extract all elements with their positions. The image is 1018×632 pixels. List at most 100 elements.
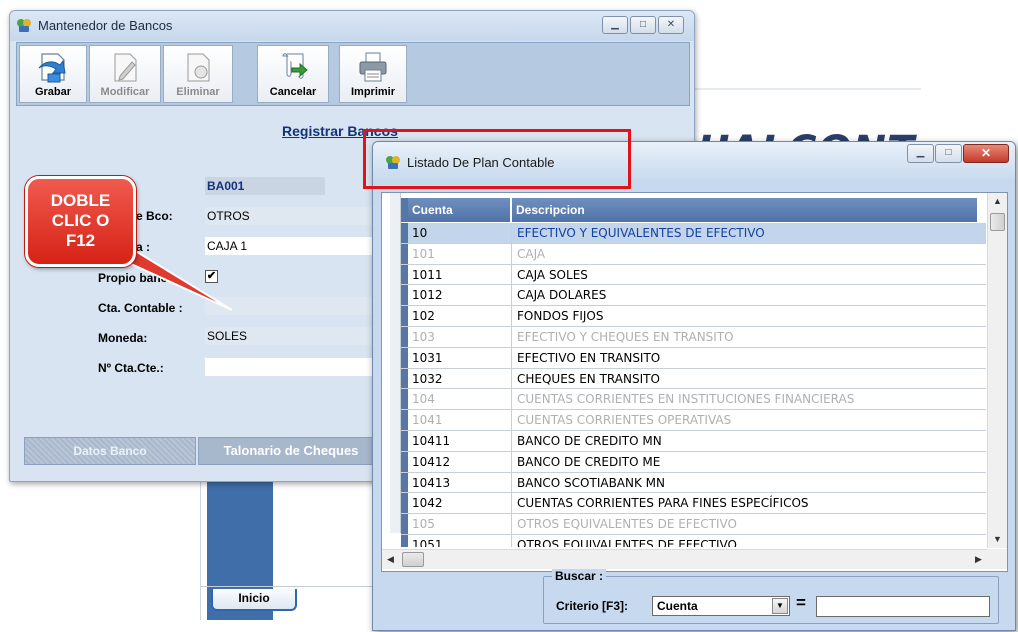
table-row[interactable]: 1042 CUENTAS CORRIENTES PARA FINES ESPECÍ…: [401, 493, 986, 515]
plan-contable-grid[interactable]: Cuenta Descripcion 10 EFECTIVO Y EQUIVALE…: [381, 192, 1008, 572]
caja-field[interactable]: CAJA 1: [205, 237, 385, 255]
row-indicator: [401, 368, 408, 389]
instruction-callout: DOBLE CLIC O F12: [25, 176, 136, 267]
desktop: UALCONT Inicio Mantenedor de Bancos ▁ □ …: [0, 0, 1018, 632]
printer-icon: [359, 52, 387, 82]
descripcion-cell: CHEQUES EN TRANSITO: [517, 371, 660, 386]
row-indicator: [401, 514, 408, 534]
window-titlebar[interactable]: Mantenedor de Bancos ▁ □ ✕: [10, 11, 694, 41]
descripcion-cell: EFECTIVO EN TRANSITO: [517, 350, 661, 365]
cuenta-cell: 1032: [408, 368, 512, 389]
scroll-down-icon[interactable]: ▼: [988, 531, 1007, 548]
maximize-button[interactable]: □: [630, 16, 656, 34]
column-header-cuenta[interactable]: Cuenta: [408, 198, 511, 222]
delete-icon: [187, 53, 210, 82]
row-indicator: [401, 326, 408, 347]
scroll-right-icon[interactable]: ▶: [970, 550, 987, 569]
table-row[interactable]: 10413 BANCO SCOTIABANK MN: [401, 472, 986, 494]
cuenta-cell: 1012: [408, 285, 512, 306]
chevron-down-icon[interactable]: ▼: [772, 598, 788, 614]
propio-banco-label: Propio banco: [98, 271, 175, 285]
table-row[interactable]: 1041 CUENTAS CORRIENTES OPERATIVAS: [401, 410, 986, 431]
horizontal-scrollbar[interactable]: ◀ ▶: [382, 549, 987, 569]
close-icon: ✕: [980, 146, 992, 160]
table-row[interactable]: 1012 CAJA DOLARES: [401, 285, 986, 307]
codigo-field[interactable]: BA001: [205, 177, 325, 195]
criterio-value: Cuenta: [657, 599, 698, 613]
moneda-label: Moneda:: [98, 331, 148, 345]
plan-contable-window: Listado De Plan Contable ▁ □ ✕ Cuenta De…: [372, 141, 1016, 631]
table-row[interactable]: 1051 OTROS EQUIVALENTES DE EFECTIVO: [401, 534, 986, 547]
minimize-button[interactable]: ▁: [907, 144, 934, 163]
row-indicator: [401, 534, 408, 547]
cancel-icon: [282, 53, 308, 79]
column-header-descripcion[interactable]: Descripcion: [512, 198, 977, 222]
tab-talonario-cheques[interactable]: Talonario de Cheques: [198, 437, 384, 465]
row-indicator: [401, 347, 408, 368]
modificar-button[interactable]: Modificar: [89, 45, 161, 103]
cancelar-label: Cancelar: [269, 86, 317, 98]
eliminar-button[interactable]: Eliminar: [163, 45, 233, 103]
row-indicator: [401, 451, 408, 472]
cta-cte-field[interactable]: [205, 358, 385, 376]
grabar-button[interactable]: Grabar: [19, 45, 87, 103]
descripcion-cell: CAJA SOLES: [517, 267, 588, 282]
table-row[interactable]: 1011 CAJA SOLES: [401, 264, 986, 286]
row-indicator: [401, 430, 408, 451]
window-title: Mantenedor de Bancos: [38, 18, 173, 33]
propio-banco-checkbox[interactable]: ✔: [205, 270, 218, 283]
table-row[interactable]: 104 CUENTAS CORRIENTES EN INSTITUCIONES F…: [401, 389, 986, 411]
edit-icon: [114, 53, 137, 82]
nombre-field[interactable]: OTROS: [205, 207, 385, 225]
row-indicator: [401, 410, 408, 430]
header-indicator: [401, 198, 408, 222]
cuenta-cell: 10413: [408, 472, 512, 493]
maximize-button[interactable]: □: [935, 144, 962, 163]
horizontal-scroll-thumb[interactable]: [402, 552, 424, 567]
maximize-icon: □: [639, 19, 647, 30]
search-legend: Buscar :: [552, 569, 607, 583]
table-row[interactable]: 1031 EFECTIVO EN TRANSITO: [401, 347, 986, 369]
descripcion-cell: CUENTAS CORRIENTES PARA FINES ESPECÍFICO…: [517, 496, 809, 511]
scroll-up-icon[interactable]: ▲: [988, 193, 1007, 210]
table-row[interactable]: 10411 BANCO DE CREDITO MN: [401, 430, 986, 452]
tab-datos-banco[interactable]: Datos Banco: [24, 437, 196, 465]
cta-contable-field[interactable]: [205, 297, 385, 315]
vertical-scrollbar[interactable]: ▲ ▼: [987, 193, 1007, 548]
criterio-select[interactable]: Cuenta ▼: [652, 596, 790, 616]
table-row[interactable]: 10 EFECTIVO Y EQUIVALENTES DE EFECTIVO: [401, 223, 986, 244]
table-row[interactable]: 10412 BANCO DE CREDITO ME: [401, 451, 986, 473]
scroll-left-icon[interactable]: ◀: [382, 550, 399, 569]
cancelar-button[interactable]: Cancelar: [257, 45, 329, 103]
close-button[interactable]: ✕: [658, 16, 684, 34]
imprimir-button[interactable]: Imprimir: [339, 45, 407, 103]
table-row[interactable]: 1032 CHEQUES EN TRANSITO: [401, 368, 986, 390]
highlight-box: [363, 129, 631, 189]
vertical-scroll-thumb[interactable]: [990, 213, 1005, 231]
row-indicator: [401, 493, 408, 514]
moneda-field[interactable]: SOLES: [205, 327, 385, 345]
cuenta-cell: 101: [408, 243, 512, 264]
tab-inicio[interactable]: Inicio: [211, 589, 297, 611]
descripcion-cell: EFECTIVO Y EQUIVALENTES DE EFECTIVO: [517, 226, 765, 240]
table-row[interactable]: 103 EFECTIVO Y CHEQUES EN TRANSITO: [401, 326, 986, 348]
grabar-label: Grabar: [34, 86, 72, 98]
criterio-label: Criterio [F3]:: [556, 599, 628, 613]
descripcion-cell: FONDOS FIJOS: [517, 309, 604, 324]
cuenta-cell: 104: [408, 389, 512, 410]
table-row[interactable]: 102 FONDOS FIJOS: [401, 306, 986, 327]
close-button[interactable]: ✕: [963, 144, 1009, 163]
table-row[interactable]: 101 CAJA: [401, 243, 986, 265]
descripcion-cell: CUENTAS CORRIENTES EN INSTITUCIONES FINA…: [517, 392, 855, 407]
cta-cte-label: Nº Cta.Cte.:: [98, 361, 164, 375]
cuenta-cell: 102: [408, 306, 512, 326]
minimize-button[interactable]: ▁: [602, 16, 628, 34]
modificar-label: Modificar: [100, 86, 150, 98]
table-row[interactable]: 105 OTROS EQUIVALENTES DE EFECTIVO: [401, 514, 986, 535]
search-input[interactable]: [816, 596, 990, 617]
row-header-strip: [390, 193, 401, 533]
cuenta-cell: 1031: [408, 347, 512, 368]
row-indicator: [401, 223, 408, 243]
row-indicator: [401, 306, 408, 326]
equals-sign: =: [796, 593, 806, 612]
